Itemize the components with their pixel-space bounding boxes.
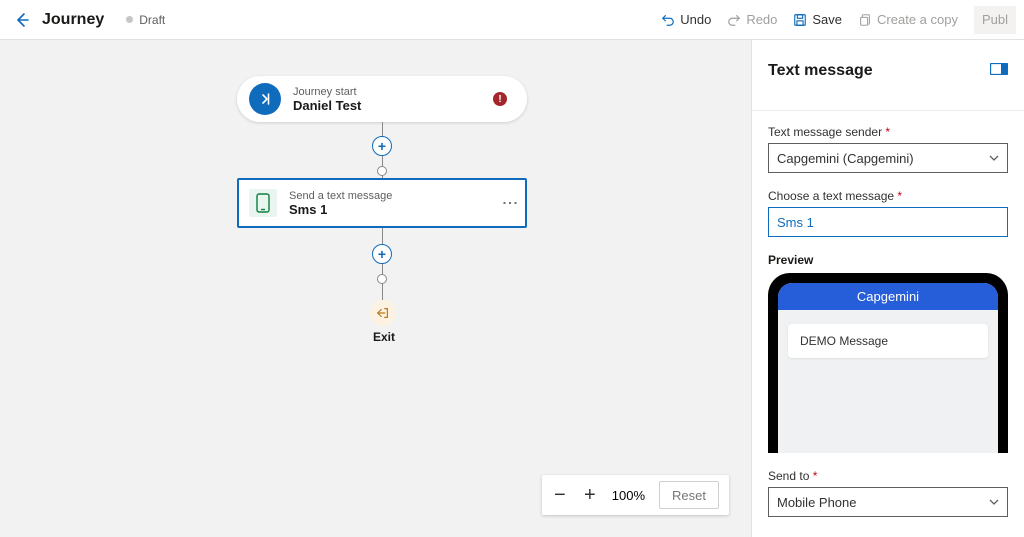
zoom-value: 100% bbox=[612, 488, 645, 503]
send-to-field: Send to * Mobile Phone bbox=[768, 469, 1008, 517]
node-menu-button[interactable]: ⋮ bbox=[507, 195, 515, 211]
exit-node[interactable] bbox=[370, 300, 396, 326]
top-bar: Journey Draft Undo Redo Save Create a co… bbox=[0, 0, 1024, 40]
phone-preview: Capgemini DEMO Message bbox=[768, 273, 1008, 453]
copy-icon bbox=[858, 13, 872, 27]
journey-start-name: Daniel Test bbox=[293, 98, 361, 113]
connector-dot bbox=[377, 166, 387, 176]
publish-button[interactable]: Publ bbox=[974, 6, 1016, 34]
connector-line bbox=[382, 228, 383, 300]
sender-field: Text message sender * Capgemini (Capgemi… bbox=[768, 125, 1008, 173]
send-to-select[interactable]: Mobile Phone bbox=[768, 487, 1008, 517]
preview-label: Preview bbox=[768, 253, 1008, 267]
chevron-down-icon bbox=[989, 497, 999, 507]
zoom-in-button[interactable]: + bbox=[582, 484, 598, 507]
journey-start-caption: Journey start bbox=[293, 86, 361, 98]
top-bar-right: Undo Redo Save Create a copy Publ bbox=[661, 6, 1016, 34]
save-icon bbox=[793, 13, 807, 27]
preview-header: Capgemini bbox=[778, 283, 998, 310]
sms-node[interactable]: Send a text message Sms 1 ⋮ bbox=[237, 178, 527, 228]
zoom-panel: − + 100% Reset bbox=[542, 475, 729, 515]
journey-start-icon bbox=[249, 83, 281, 115]
preview-message: DEMO Message bbox=[788, 324, 988, 358]
sms-name: Sms 1 bbox=[289, 202, 392, 217]
properties-panel: Text message Text message sender * Capge… bbox=[751, 40, 1024, 537]
zoom-reset-button[interactable]: Reset bbox=[659, 481, 719, 509]
undo-button[interactable]: Undo bbox=[661, 12, 711, 27]
choose-message-field: Choose a text message * Sms 1 bbox=[768, 189, 1008, 237]
add-step-button-2[interactable]: + bbox=[372, 244, 392, 264]
canvas-area[interactable]: Journey start Daniel Test ! + Send a tex… bbox=[0, 40, 751, 537]
page-title: Journey bbox=[42, 11, 104, 29]
status-label: Draft bbox=[139, 13, 165, 27]
create-copy-button[interactable]: Create a copy bbox=[858, 12, 958, 27]
undo-icon bbox=[661, 13, 675, 27]
top-bar-left: Journey Draft bbox=[12, 10, 165, 30]
back-arrow-icon[interactable] bbox=[12, 10, 32, 30]
status-dot-icon bbox=[126, 16, 133, 23]
sender-select[interactable]: Capgemini (Capgemini) bbox=[768, 143, 1008, 173]
panel-action-icon[interactable] bbox=[990, 62, 1008, 80]
exit-icon bbox=[376, 306, 390, 320]
panel-title: Text message bbox=[768, 62, 873, 80]
error-badge-icon[interactable]: ! bbox=[493, 92, 507, 106]
journey-start-node[interactable]: Journey start Daniel Test ! bbox=[237, 76, 527, 122]
add-step-button-1[interactable]: + bbox=[372, 136, 392, 156]
status-pill: Draft bbox=[126, 13, 165, 27]
chevron-down-icon bbox=[989, 153, 999, 163]
main-area: Journey start Daniel Test ! + Send a tex… bbox=[0, 40, 1024, 537]
zoom-out-button[interactable]: − bbox=[552, 484, 568, 507]
exit-label: Exit bbox=[373, 330, 395, 344]
redo-button[interactable]: Redo bbox=[727, 12, 777, 27]
redo-icon bbox=[727, 13, 741, 27]
sms-caption: Send a text message bbox=[289, 190, 392, 202]
connector-dot bbox=[377, 274, 387, 284]
sms-icon bbox=[249, 189, 277, 217]
save-button[interactable]: Save bbox=[793, 12, 842, 27]
choose-message-select[interactable]: Sms 1 bbox=[768, 207, 1008, 237]
